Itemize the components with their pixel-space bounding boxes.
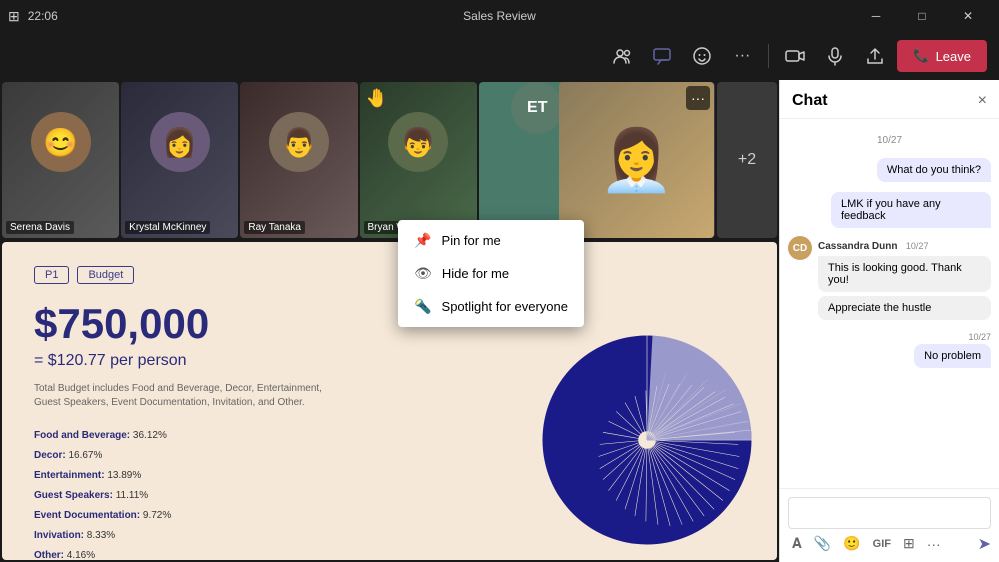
- chat-bubble-right-1: What do you think?: [877, 158, 991, 182]
- item-value-1: 16.67%: [68, 450, 102, 461]
- presenter-menu-button[interactable]: ···: [686, 86, 710, 110]
- item-value-0: 36.12%: [133, 430, 167, 441]
- pie-chart: [537, 330, 757, 550]
- item-value-5: 8.33%: [87, 530, 115, 541]
- chat-title: Chat: [792, 92, 828, 110]
- window-title: Sales Review: [463, 9, 536, 23]
- eva-avatar: ET: [511, 82, 563, 134]
- attach-icon-button[interactable]: 📎: [810, 533, 835, 554]
- people-icon-button[interactable]: [604, 38, 640, 74]
- grid-icon: ⊞: [8, 8, 20, 25]
- mic-button[interactable]: [817, 38, 853, 74]
- chat-bubble-right-3: No problem: [914, 344, 991, 368]
- send-button[interactable]: ➤: [978, 534, 991, 554]
- chat-toolbar: 𝐀 📎 🙂 GIF ⊞ ··· ➤: [788, 533, 991, 554]
- participant-name-ray: Ray Tanaka: [244, 221, 305, 234]
- cassandra-name: Cassandra Dunn: [818, 241, 897, 252]
- title-bar-left: ⊞ 22:06: [8, 8, 58, 25]
- context-menu: 📌 Pin for me 👁 Hide for me 🔦 Spotlight f…: [398, 220, 584, 327]
- item-label-5: Invivation:: [34, 530, 84, 541]
- title-bar: ⊞ 22:06 Sales Review ─ □ ✕: [0, 0, 999, 32]
- chat-bubble-cassandra-2: Appreciate the hustle: [818, 296, 991, 320]
- chat-close-button[interactable]: ×: [978, 92, 987, 110]
- item-label-2: Entertainment:: [34, 470, 105, 481]
- participants-bar: 😊 Serena Davis 👩 Krystal McKinney 👨 Ray …: [0, 80, 779, 240]
- participant-thumb-bryan: 🤚 👦 Bryan W...: [360, 82, 477, 238]
- item-label-0: Food and Beverage:: [34, 430, 130, 441]
- item-label-3: Guest Speakers:: [34, 490, 113, 501]
- presentation-slide: P1 Budget $750,000 = $120.77 per person …: [2, 242, 777, 560]
- gif-icon-button[interactable]: GIF: [869, 536, 895, 552]
- no-problem-timestamp: 10/27: [914, 332, 991, 342]
- context-pin-item[interactable]: 📌 Pin for me: [398, 224, 584, 257]
- item-value-2: 13.89%: [107, 470, 141, 481]
- participant-thumb-krystal: 👩 Krystal McKinney: [121, 82, 238, 238]
- item-label-6: Other:: [34, 550, 64, 560]
- participant-name-serena: Serena Davis: [6, 221, 74, 234]
- chat-more-button[interactable]: ···: [923, 534, 945, 554]
- context-hide-item[interactable]: 👁 Hide for me: [398, 257, 584, 290]
- item-value-6: 4.16%: [67, 550, 95, 560]
- minimize-button[interactable]: ─: [853, 0, 899, 32]
- participant-name-krystal: Krystal McKinney: [125, 221, 210, 234]
- camera-button[interactable]: [777, 38, 813, 74]
- hide-icon: 👁: [414, 265, 432, 282]
- reactions-icon-button[interactable]: [684, 38, 720, 74]
- chat-panel: Chat × 10/27 What do you think? LMK if y…: [779, 80, 999, 562]
- more-options-button[interactable]: ···: [724, 38, 760, 74]
- cassandra-avatar: CD: [788, 236, 812, 260]
- pie-chart-svg: [537, 330, 757, 550]
- chat-sender-cassandra: CD Cassandra Dunn 10/27 This is looking …: [788, 236, 991, 320]
- chat-messages: 10/27 What do you think? LMK if you have…: [780, 119, 999, 488]
- time-display: 22:06: [28, 9, 58, 23]
- slide-description: Total Budget includes Food and Beverage,…: [34, 382, 334, 410]
- chat-timestamp-1: 10/27: [788, 135, 991, 146]
- chat-icon-button[interactable]: [644, 38, 680, 74]
- item-label-1: Decor:: [34, 450, 66, 461]
- slide-tags: P1 Budget: [34, 266, 745, 284]
- chat-bubble-cassandra-1: This is looking good. Thank you!: [818, 256, 991, 292]
- item-value-3: 11.11%: [116, 490, 148, 501]
- chat-bubble-right-2: LMK if you have any feedback: [831, 192, 991, 228]
- chat-header: Chat ×: [780, 80, 999, 119]
- item-value-4: 9.72%: [143, 510, 171, 521]
- meeting-toolbar: ··· 📞 Leave: [0, 32, 999, 80]
- presenter-thumb: 👩‍💼 ···: [559, 82, 714, 238]
- slide-tag-budget: Budget: [77, 266, 134, 284]
- emoji-icon-button[interactable]: 🙂: [839, 533, 864, 554]
- chat-input[interactable]: [788, 497, 991, 529]
- format-icon-button[interactable]: 𝐀: [788, 533, 806, 554]
- extra-participants: +2: [717, 82, 777, 238]
- phone-icon: 📞: [913, 48, 929, 64]
- chat-input-area: 𝐀 📎 🙂 GIF ⊞ ··· ➤: [780, 488, 999, 562]
- participant-thumb-serena: 😊 Serena Davis: [2, 82, 119, 238]
- leave-button[interactable]: 📞 Leave: [897, 40, 987, 72]
- options-icon-button[interactable]: ⊞: [899, 533, 919, 554]
- content-area: 😊 Serena Davis 👩 Krystal McKinney 👨 Ray …: [0, 80, 779, 562]
- pin-icon: 📌: [414, 232, 431, 249]
- maximize-button[interactable]: □: [899, 0, 945, 32]
- spotlight-icon: 🔦: [414, 298, 431, 315]
- raise-hand-icon: 🤚: [366, 88, 388, 109]
- window-controls: ─ □ ✕: [853, 0, 991, 32]
- share-button[interactable]: [857, 38, 893, 74]
- close-button[interactable]: ✕: [945, 0, 991, 32]
- slide-tag-p1: P1: [34, 266, 69, 284]
- participant-thumb-ray: 👨 Ray Tanaka: [240, 82, 357, 238]
- cassandra-time: 10/27: [906, 241, 929, 251]
- main-area: 😊 Serena Davis 👩 Krystal McKinney 👨 Ray …: [0, 80, 999, 562]
- item-label-4: Event Documentation:: [34, 510, 140, 521]
- context-spotlight-item[interactable]: 🔦 Spotlight for everyone: [398, 290, 584, 323]
